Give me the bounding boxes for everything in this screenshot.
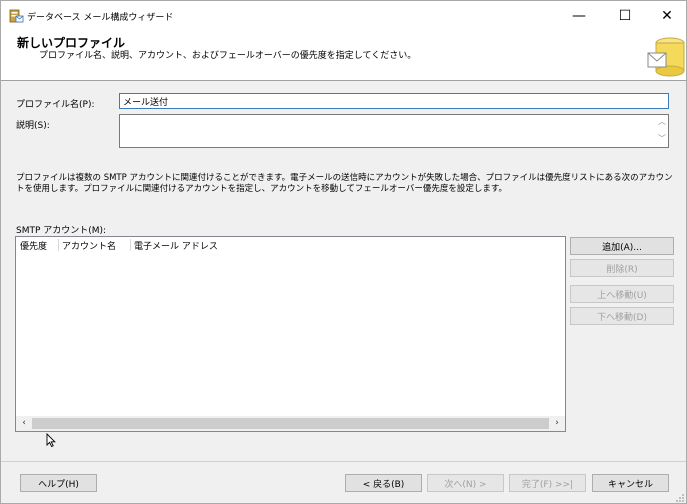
cancel-button[interactable]: キャンセル: [592, 474, 669, 492]
footer-divider: [1, 461, 686, 462]
back-button[interactable]: < 戻る(B): [345, 474, 422, 492]
database-mail-icon: [9, 9, 24, 23]
scroll-down-icon[interactable]: ﹀: [656, 134, 668, 144]
finish-button[interactable]: 完了(F) >>|: [509, 474, 586, 492]
horizontal-scrollbar[interactable]: ‹ ›: [16, 416, 565, 431]
scrollbar-thumb[interactable]: [32, 418, 549, 429]
remove-account-button[interactable]: 削除(R): [570, 259, 674, 277]
close-icon: ✕: [661, 8, 673, 24]
description-label: 説明(S):: [16, 121, 50, 131]
add-account-button[interactable]: 追加(A)...: [570, 237, 674, 255]
smtp-accounts-label: SMTP アカウント(M):: [16, 226, 107, 236]
description-input[interactable]: [119, 114, 669, 148]
next-button[interactable]: 次へ(N) >: [427, 474, 504, 492]
close-button[interactable]: ✕: [644, 1, 687, 31]
help-button[interactable]: ヘルプ(H): [20, 474, 97, 492]
move-down-button[interactable]: 下へ移動(D): [570, 307, 674, 325]
move-up-button[interactable]: 上へ移動(U): [570, 285, 674, 303]
profile-info-text: プロファイルは複数の SMTP アカウントに関連付けることができます。電子メール…: [16, 173, 673, 194]
column-header-email[interactable]: 電子メール アドレス: [134, 239, 218, 252]
scroll-up-icon[interactable]: ︿: [656, 117, 668, 127]
mouse-cursor-icon: [46, 433, 56, 447]
minimize-button[interactable]: —: [556, 1, 602, 31]
column-divider[interactable]: [58, 239, 59, 251]
smtp-accounts-list[interactable]: 優先度 アカウント名 電子メール アドレス ‹ ›: [15, 236, 566, 432]
profile-name-label: プロファイル名(P):: [16, 100, 95, 110]
list-header: 優先度 アカウント名 電子メール アドレス: [16, 237, 565, 252]
column-header-account-name[interactable]: アカウント名: [62, 239, 116, 252]
resize-grip-icon[interactable]: [675, 493, 685, 503]
page-subtitle: プロファイル名、説明、アカウント、およびフェールオーバーの優先度を指定してくださ…: [39, 51, 417, 61]
scroll-right-icon[interactable]: ›: [549, 416, 565, 431]
maximize-button[interactable]: ☐: [602, 1, 648, 31]
minimize-icon: —: [572, 8, 586, 24]
profile-name-input[interactable]: [119, 93, 669, 109]
column-divider[interactable]: [130, 239, 131, 251]
wizard-header: 新しいプロファイル プロファイル名、説明、アカウント、およびフェールオーバーの優…: [1, 31, 686, 81]
window-title: データベース メール構成ウィザード: [27, 13, 174, 23]
scroll-left-icon[interactable]: ‹: [16, 416, 32, 431]
wizard-window: データベース メール構成ウィザード — ☐ ✕ 新しいプロファイル プロファイル…: [0, 0, 687, 504]
column-header-priority[interactable]: 優先度: [20, 239, 47, 252]
title-bar: データベース メール構成ウィザード — ☐ ✕: [1, 1, 686, 31]
maximize-icon: ☐: [618, 8, 632, 24]
database-mail-wizard-icon: [647, 37, 685, 77]
